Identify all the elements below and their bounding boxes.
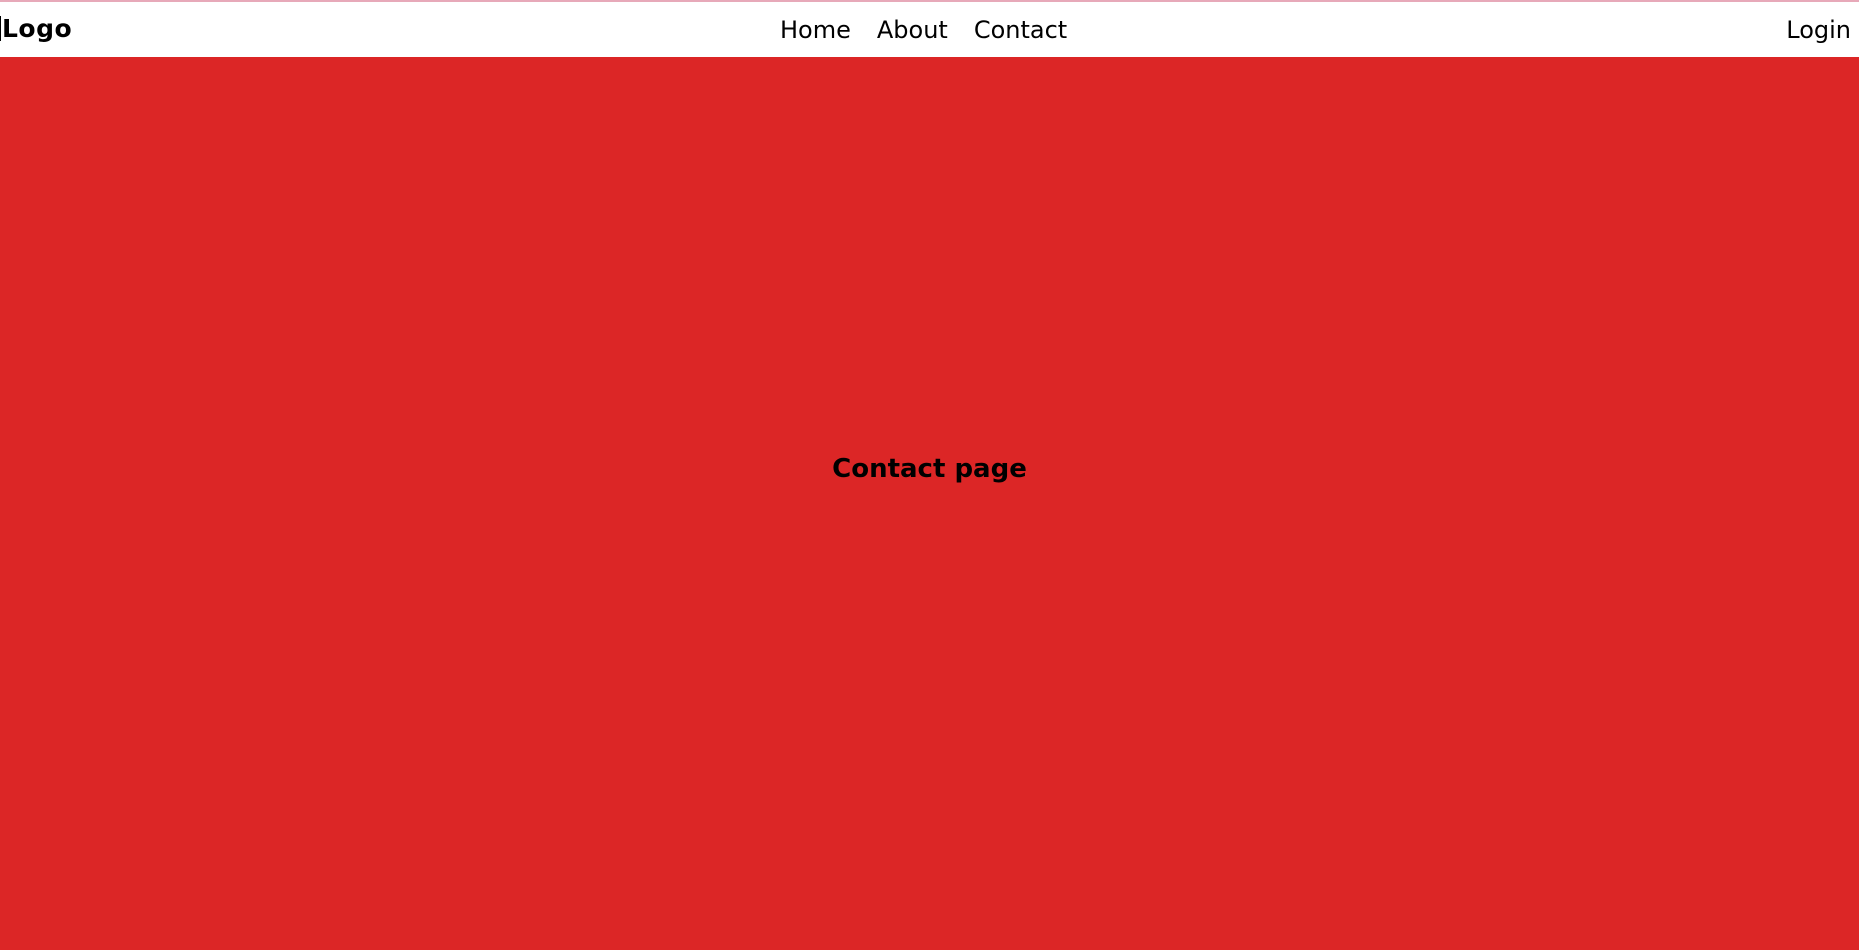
main-nav: Home About Contact	[780, 18, 1067, 42]
navbar: Logo Home About Contact Login	[0, 2, 1859, 57]
nav-link-contact[interactable]: Contact	[974, 18, 1067, 42]
login-link[interactable]: Login	[1786, 18, 1851, 42]
nav-link-about[interactable]: About	[877, 18, 948, 42]
site-logo[interactable]: Logo	[0, 16, 72, 41]
hero-section: Contact page	[0, 57, 1859, 950]
nav-link-home[interactable]: Home	[780, 18, 851, 42]
page-title: Contact page	[832, 453, 1027, 484]
page: Logo Home About Contact Login Contact pa…	[0, 0, 1859, 950]
